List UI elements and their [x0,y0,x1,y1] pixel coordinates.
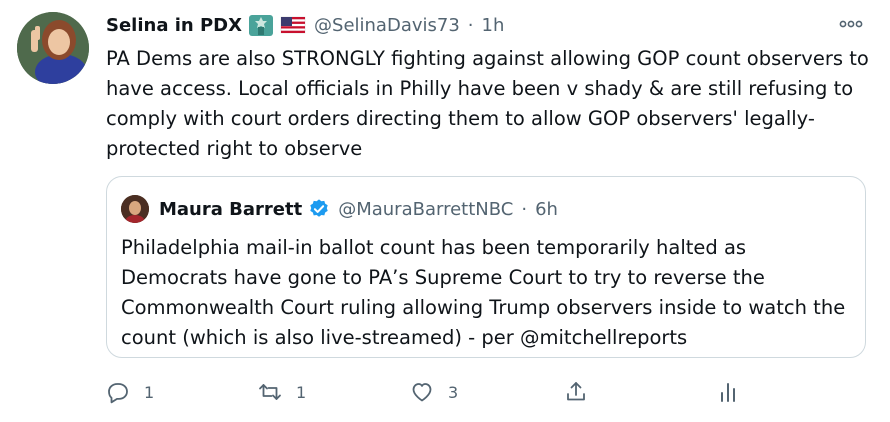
avatar-image [17,12,89,84]
share-icon [567,382,585,401]
analytics-icon [721,383,735,402]
quoted-meta-separator: · [521,198,528,220]
quoted-author-handle: @MauraBarrettNBC [338,198,514,220]
tweet-header: Selina in PDX @SelinaDavis73 · 1h [106,12,504,38]
quoted-header: Maura Barrett @MauraBarrettNBC · 6h [159,195,558,223]
tweet-text: PA Dems are also STRONGLY fighting again… [106,47,869,160]
retweet-button[interactable]: 1 [258,372,306,412]
reply-button[interactable]: 1 [106,372,154,412]
quoted-author-avatar [121,195,149,223]
like-count: 3 [448,382,459,402]
reply-count: 1 [144,382,155,402]
quoted-author-name: Maura Barrett [159,198,303,220]
action-bar: 1 1 3 [106,372,846,412]
us-flag-icon [280,13,306,37]
like-button[interactable]: 3 [410,372,458,412]
author-name[interactable]: Selina in PDX [106,15,242,36]
reply-icon [108,383,128,404]
heart-icon [412,383,432,402]
retweet-count: 1 [296,382,307,402]
quoted-text: Philadelphia mail-in ballot count has be… [121,236,846,349]
quoted-tweet[interactable]: Maura Barrett @MauraBarrettNBC · 6h Phil… [106,176,866,358]
quoted-time: 6h [535,198,558,220]
retweet-icon [259,384,281,400]
tweet-time[interactable]: 1h [482,15,505,36]
author-handle[interactable]: @SelinaDavis73 [314,15,460,36]
author-avatar[interactable] [17,12,89,84]
meta-separator: · [467,14,474,36]
analytics-button[interactable] [716,372,740,412]
more-options-icon[interactable] [836,14,866,34]
share-button[interactable] [564,372,588,412]
verified-badge-icon [308,198,330,220]
statue-of-liberty-icon [248,13,274,37]
